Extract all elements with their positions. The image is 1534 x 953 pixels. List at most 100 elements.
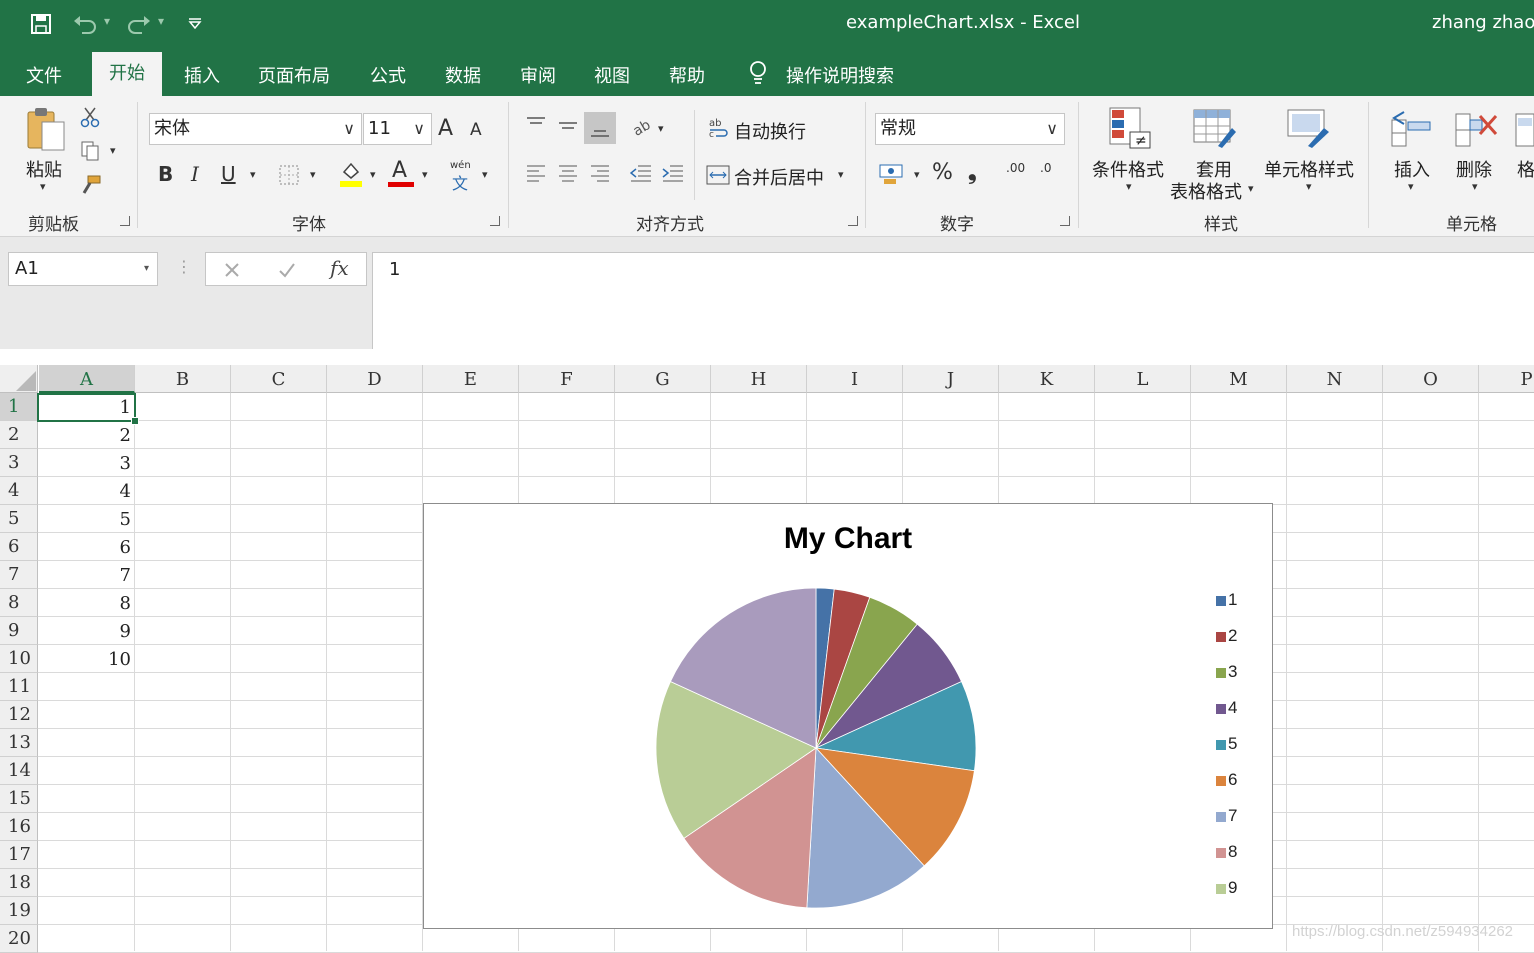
- redo-icon[interactable]: [126, 13, 152, 35]
- row-header[interactable]: 10: [0, 645, 38, 673]
- align-left-icon[interactable]: [526, 164, 546, 184]
- column-header[interactable]: L: [1095, 365, 1191, 393]
- tab-view[interactable]: 视图: [594, 62, 630, 88]
- cell-a7[interactable]: 7: [38, 561, 135, 589]
- row-header[interactable]: 19: [0, 897, 38, 925]
- legend-item[interactable]: 4: [1216, 698, 1256, 718]
- delete-cells-icon[interactable]: [1454, 106, 1498, 150]
- user-name[interactable]: zhang zhaoy: [1432, 12, 1534, 33]
- customize-qat-icon[interactable]: [188, 17, 202, 29]
- cell-a6[interactable]: 6: [38, 533, 135, 561]
- undo-dropdown-icon[interactable]: ▾: [104, 14, 110, 28]
- column-header[interactable]: N: [1287, 365, 1383, 393]
- format-table-dropdown-icon[interactable]: ▾: [1248, 182, 1254, 195]
- wrap-text-icon[interactable]: ab c: [708, 116, 730, 138]
- phonetic-dropdown-icon[interactable]: ▾: [482, 168, 488, 181]
- row-header[interactable]: 9: [0, 617, 38, 645]
- row-header[interactable]: 13: [0, 729, 38, 757]
- row-header[interactable]: 8: [0, 589, 38, 617]
- number-format-combo[interactable]: 常规 ∨: [875, 113, 1065, 145]
- row-header[interactable]: 18: [0, 869, 38, 897]
- align-right-icon[interactable]: [590, 164, 610, 184]
- redo-dropdown-icon[interactable]: ▾: [158, 14, 164, 28]
- legend-item[interactable]: 9: [1216, 878, 1256, 898]
- row-header[interactable]: 5: [0, 505, 38, 533]
- paste-dropdown-icon[interactable]: ▾: [40, 180, 46, 193]
- number-launcher-icon[interactable]: [1060, 216, 1070, 226]
- name-box[interactable]: A1 ▾: [8, 252, 158, 286]
- insert-cells-button[interactable]: 插入: [1394, 156, 1430, 182]
- confirm-entry-icon[interactable]: [278, 262, 296, 278]
- column-header[interactable]: J: [903, 365, 999, 393]
- grow-font-button[interactable]: A: [438, 116, 453, 141]
- cut-icon[interactable]: [80, 106, 100, 128]
- format-as-table-button[interactable]: 表格格式: [1170, 178, 1242, 204]
- row-header[interactable]: 4: [0, 477, 38, 505]
- cell-a3[interactable]: 3: [38, 449, 135, 477]
- legend-item[interactable]: 7: [1216, 806, 1256, 826]
- underline-dropdown-icon[interactable]: ▾: [250, 168, 256, 181]
- column-header[interactable]: G: [615, 365, 711, 393]
- legend-item[interactable]: 1: [1216, 590, 1256, 610]
- column-header[interactable]: M: [1191, 365, 1287, 393]
- legend-item[interactable]: 8: [1216, 842, 1256, 862]
- cell-a5[interactable]: 5: [38, 505, 135, 533]
- row-header[interactable]: 11: [0, 673, 38, 701]
- delete-cells-button[interactable]: 删除: [1456, 156, 1492, 182]
- underline-button[interactable]: U: [221, 162, 236, 186]
- column-header[interactable]: O: [1383, 365, 1479, 393]
- decrease-decimal-button[interactable]: .0: [1040, 162, 1051, 174]
- wrap-text-button[interactable]: 自动换行: [734, 118, 806, 144]
- tell-me-search[interactable]: 操作说明搜索: [786, 62, 894, 88]
- italic-button[interactable]: I: [191, 162, 199, 186]
- legend-item[interactable]: 3: [1216, 662, 1256, 682]
- row-header[interactable]: 12: [0, 701, 38, 729]
- cell-styles-dropdown-icon[interactable]: ▾: [1306, 180, 1312, 193]
- cell-a10[interactable]: 10: [38, 645, 135, 673]
- row-header[interactable]: 7: [0, 561, 38, 589]
- font-name-combo[interactable]: 宋体 ∨: [149, 113, 362, 145]
- alignment-launcher-icon[interactable]: [848, 216, 858, 226]
- font-color-button[interactable]: A: [392, 158, 407, 183]
- tab-insert[interactable]: 插入: [184, 62, 220, 88]
- row-header[interactable]: 3: [0, 449, 38, 477]
- paste-button[interactable]: 粘贴: [26, 156, 62, 182]
- comma-style-button[interactable]: ❟: [968, 160, 977, 185]
- chevron-down-icon[interactable]: ∨: [343, 114, 355, 144]
- accounting-dropdown-icon[interactable]: ▾: [914, 168, 920, 181]
- row-header[interactable]: 2: [0, 421, 38, 449]
- legend-item[interactable]: 2: [1216, 626, 1256, 646]
- tab-help[interactable]: 帮助: [669, 62, 705, 88]
- tab-file[interactable]: 文件: [26, 62, 62, 88]
- chart[interactable]: My Chart 1 2 3 4 5 6 7 8 9: [423, 503, 1273, 929]
- align-top-icon[interactable]: [526, 116, 546, 134]
- orientation-icon[interactable]: ab: [632, 116, 656, 136]
- cell-styles-icon[interactable]: [1286, 106, 1330, 150]
- fill-color-icon[interactable]: [338, 160, 364, 188]
- save-icon[interactable]: [30, 13, 52, 35]
- insert-function-button[interactable]: fx: [330, 256, 349, 280]
- column-header[interactable]: B: [135, 365, 231, 393]
- insert-cells-dropdown-icon[interactable]: ▾: [1408, 180, 1414, 193]
- delete-cells-dropdown-icon[interactable]: ▾: [1472, 180, 1478, 193]
- tab-home[interactable]: 开始: [92, 52, 162, 96]
- increase-indent-icon[interactable]: [662, 164, 684, 184]
- formula-bar-splitter-icon[interactable]: ⋮: [176, 257, 192, 276]
- format-painter-icon[interactable]: [80, 174, 102, 196]
- align-center-icon[interactable]: [558, 164, 578, 184]
- column-header[interactable]: A: [39, 365, 135, 393]
- accounting-format-icon[interactable]: [878, 162, 906, 186]
- row-header[interactable]: 6: [0, 533, 38, 561]
- row-header[interactable]: 14: [0, 757, 38, 785]
- name-box-dropdown-icon[interactable]: ▾: [144, 253, 149, 285]
- merge-center-button[interactable]: 合并后居中: [734, 164, 824, 190]
- tab-data[interactable]: 数据: [445, 62, 481, 88]
- row-header[interactable]: 15: [0, 785, 38, 813]
- decrease-indent-icon[interactable]: [630, 164, 652, 184]
- align-middle-icon[interactable]: [558, 116, 578, 134]
- row-header[interactable]: 17: [0, 841, 38, 869]
- column-header[interactable]: I: [807, 365, 903, 393]
- borders-icon[interactable]: [278, 164, 300, 186]
- merge-dropdown-icon[interactable]: ▾: [838, 168, 844, 181]
- format-as-table-icon[interactable]: [1192, 106, 1236, 150]
